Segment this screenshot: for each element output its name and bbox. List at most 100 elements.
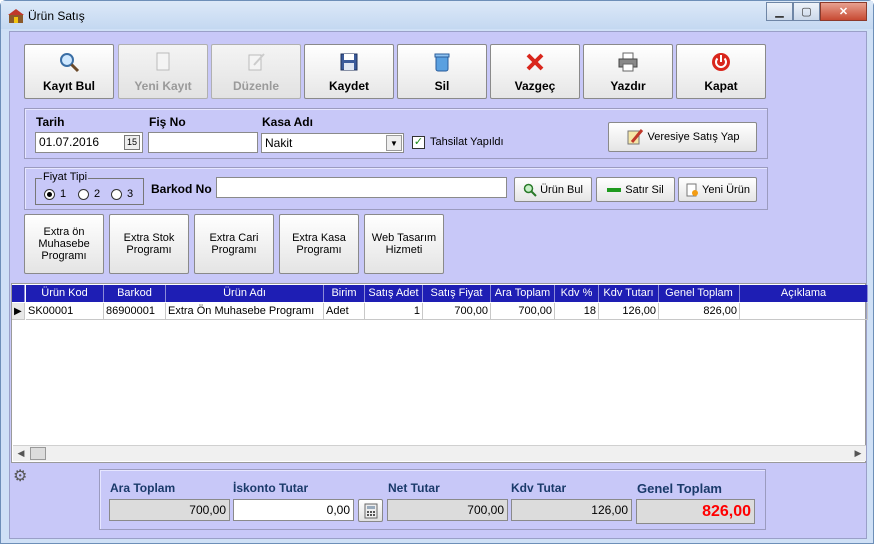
- minimize-icon: ▁: [775, 6, 784, 18]
- calculator-icon: [364, 503, 377, 518]
- magnifier-icon: [523, 183, 537, 197]
- red-x-icon: [524, 51, 546, 79]
- column-header[interactable]: Ürün Kod: [26, 285, 104, 302]
- yazdır-button[interactable]: Yazdır: [583, 44, 673, 99]
- calculator-button[interactable]: [358, 499, 383, 522]
- genel-toplam-label: Genel Toplam: [637, 481, 722, 496]
- table-cell[interactable]: 826,00: [659, 303, 740, 320]
- fis-no-field[interactable]: [148, 132, 258, 153]
- genel-toplam-value: 826,00: [636, 499, 755, 524]
- chevron-down-icon[interactable]: ▼: [386, 135, 402, 151]
- kayıt-bul-button[interactable]: Kayıt Bul: [24, 44, 114, 99]
- promo-label-3: Extra Cari Programı: [209, 232, 259, 256]
- horizontal-scrollbar[interactable]: ◀ ▶: [13, 445, 866, 461]
- minimize-button[interactable]: ▁: [766, 2, 793, 21]
- new-item-icon: [686, 183, 699, 196]
- table-cell[interactable]: 18: [555, 303, 599, 320]
- close-button[interactable]: ✕: [820, 2, 867, 21]
- magnifier-icon: [58, 51, 80, 79]
- vazgeç-button[interactable]: Vazgeç: [490, 44, 580, 99]
- table-cell[interactable]: 1: [365, 303, 423, 320]
- urun-bul-label: Ürün Bul: [540, 183, 583, 196]
- veresiye-button[interactable]: Veresiye Satış Yap: [608, 122, 757, 152]
- promo-label-5: Web Tasarım Hizmeti: [371, 232, 437, 256]
- urun-bul-button[interactable]: Ürün Bul: [514, 177, 592, 202]
- düzenle-button: Düzenle: [211, 44, 301, 99]
- kaydet-button[interactable]: Kaydet: [304, 44, 394, 99]
- window-title: Ürün Satış: [28, 9, 85, 23]
- satir-sil-button[interactable]: Satır Sil: [596, 177, 675, 202]
- price-radio-3[interactable]: [111, 189, 122, 200]
- promo-label-2: Extra Stok Programı: [123, 232, 175, 256]
- main-area: Kayıt Bul Yeni Kayıt Düzenle Kaydet Sil Vazge…: [9, 31, 868, 539]
- tahsilat-checkbox[interactable]: ✓: [412, 136, 425, 149]
- kasa-label: Kasa Adı: [262, 115, 313, 129]
- new-document-icon: [152, 51, 174, 79]
- promo-button-3[interactable]: Extra Cari Programı: [194, 214, 274, 274]
- toolbar-button-label: Kayıt Bul: [42, 78, 95, 93]
- table-cell[interactable]: 700,00: [491, 303, 555, 320]
- column-header[interactable]: Kdv %: [555, 285, 599, 302]
- table-cell[interactable]: SK00001: [26, 303, 104, 320]
- price-radio-1[interactable]: [44, 189, 55, 200]
- calendar-icon[interactable]: 15: [124, 135, 140, 150]
- promo-button-4[interactable]: Extra Kasa Programı: [279, 214, 359, 274]
- column-header[interactable]: Barkod: [104, 285, 166, 302]
- table-cell[interactable]: 700,00: [423, 303, 491, 320]
- gear-icon[interactable]: ⚙: [13, 466, 27, 486]
- close-icon: ✕: [838, 6, 849, 18]
- totals-panel: Ara Toplam 700,00 İskonto Tutar 0,00 Net…: [99, 469, 766, 530]
- net-tutar-value: 700,00: [387, 499, 508, 521]
- scroll-right-icon[interactable]: ▶: [850, 446, 866, 461]
- iskonto-input[interactable]: 0,00: [233, 499, 354, 521]
- barcode-panel: Fiyat Tipi 1 2 3 Barkod No Ürün Bul Satı…: [24, 167, 768, 210]
- kdv-tutar-label: Kdv Tutar: [511, 481, 567, 495]
- satir-sil-label: Satır Sil: [625, 183, 664, 196]
- table-cell[interactable]: 126,00: [599, 303, 659, 320]
- toolbar-button-label: Düzenle: [232, 78, 279, 93]
- promo-button-1[interactable]: Extra ön Muhasebe Programı: [24, 214, 104, 274]
- price-option-3: 3: [127, 188, 134, 200]
- app-icon: [8, 9, 24, 23]
- date-field[interactable]: 01.07.2016 15: [35, 132, 143, 153]
- kasa-select[interactable]: Nakit ▼: [261, 133, 404, 153]
- price-radio-2[interactable]: [78, 189, 89, 200]
- yeni-urun-button[interactable]: Yeni Ürün: [678, 177, 757, 202]
- products-table: Ürün Kod Barkod Ürün Adı Birim Satış Adet Sat…: [11, 283, 868, 463]
- table-cell[interactable]: 86900001: [104, 303, 166, 320]
- toolbar-button-label: Yazdır: [610, 78, 646, 93]
- kapat-button[interactable]: Kapat: [676, 44, 766, 99]
- table-cell[interactable]: Adet: [324, 303, 365, 320]
- tahsilat-label: Tahsilat Yapıldı: [430, 136, 504, 148]
- toolbar-button-label: Yeni Kayıt: [134, 78, 192, 93]
- barcode-input[interactable]: [216, 177, 507, 198]
- promo-button-5[interactable]: Web Tasarım Hizmeti: [364, 214, 444, 274]
- column-header[interactable]: Ürün Adı: [166, 285, 324, 302]
- maximize-icon: ▢: [801, 6, 812, 18]
- maximize-button[interactable]: ▢: [793, 2, 820, 21]
- kasa-value: Nakit: [265, 136, 293, 150]
- promo-button-2[interactable]: Extra Stok Programı: [109, 214, 189, 274]
- column-header[interactable]: Satış Fiyat: [423, 285, 491, 302]
- column-header[interactable]: Ara Toplam: [491, 285, 555, 302]
- table-cell[interactable]: [740, 303, 868, 320]
- scroll-thumb[interactable]: [30, 447, 46, 460]
- current-row-arrow-icon: ▶: [14, 306, 22, 317]
- toolbar-button-label: Vazgeç: [514, 78, 556, 93]
- table-cell[interactable]: Extra Ön Muhasebe Programı: [166, 303, 324, 320]
- row-indicator[interactable]: ▶: [12, 303, 25, 320]
- column-header[interactable]: Kdv Tutarı: [599, 285, 659, 302]
- toolbar-button-label: Sil: [434, 78, 450, 93]
- column-header[interactable]: Genel Toplam: [659, 285, 740, 302]
- scroll-left-icon[interactable]: ◀: [13, 446, 29, 461]
- column-header[interactable]: Açıklama: [740, 285, 868, 302]
- ara-toplam-value: 700,00: [109, 499, 230, 521]
- price-option-2: 2: [94, 188, 101, 200]
- iskonto-label: İskonto Tutar: [233, 481, 309, 495]
- sil-button[interactable]: Sil: [397, 44, 487, 99]
- column-header[interactable]: Birim: [324, 285, 365, 302]
- price-type-group: Fiyat Tipi 1 2 3: [35, 171, 144, 205]
- title-bar: Ürün Satış ▁ ▢ ✕: [1, 1, 873, 29]
- net-tutar-label: Net Tutar: [388, 481, 440, 495]
- column-header[interactable]: Satış Adet: [365, 285, 423, 302]
